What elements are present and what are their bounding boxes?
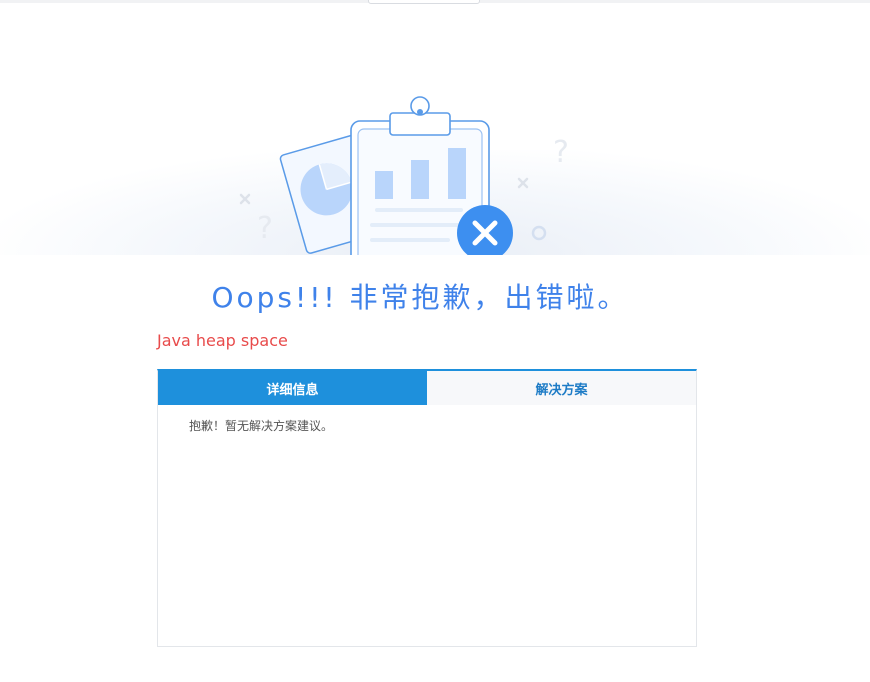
circle-dot-icon bbox=[531, 225, 547, 241]
question-mark-icon: ? bbox=[553, 135, 569, 170]
svg-text:?: ? bbox=[553, 135, 569, 170]
cross-mark-icon bbox=[517, 177, 529, 189]
tab-bar: 详细信息 解决方案 bbox=[158, 371, 696, 405]
top-tab-stub[interactable] bbox=[368, 0, 480, 4]
tab-solution[interactable]: 解决方案 bbox=[427, 371, 696, 405]
cross-mark-icon bbox=[239, 193, 251, 205]
question-mark-icon: ? bbox=[257, 211, 273, 246]
tab-content-text: 抱歉！暂无解决方案建议。 bbox=[189, 419, 334, 433]
error-headline: Oops!!! 非常抱歉，出错啦。 bbox=[211, 281, 629, 314]
error-illustration: ? ? bbox=[239, 96, 569, 255]
error-message: Java heap space bbox=[157, 331, 288, 350]
details-panel: 详细信息 解决方案 抱歉！暂无解决方案建议。 bbox=[157, 369, 697, 647]
error-page: ? ? Oops!!! 非常抱歉，出错啦。 Java heap space 详细… bbox=[0, 0, 870, 682]
svg-text:?: ? bbox=[257, 211, 273, 246]
tab-details[interactable]: 详细信息 bbox=[158, 371, 427, 405]
